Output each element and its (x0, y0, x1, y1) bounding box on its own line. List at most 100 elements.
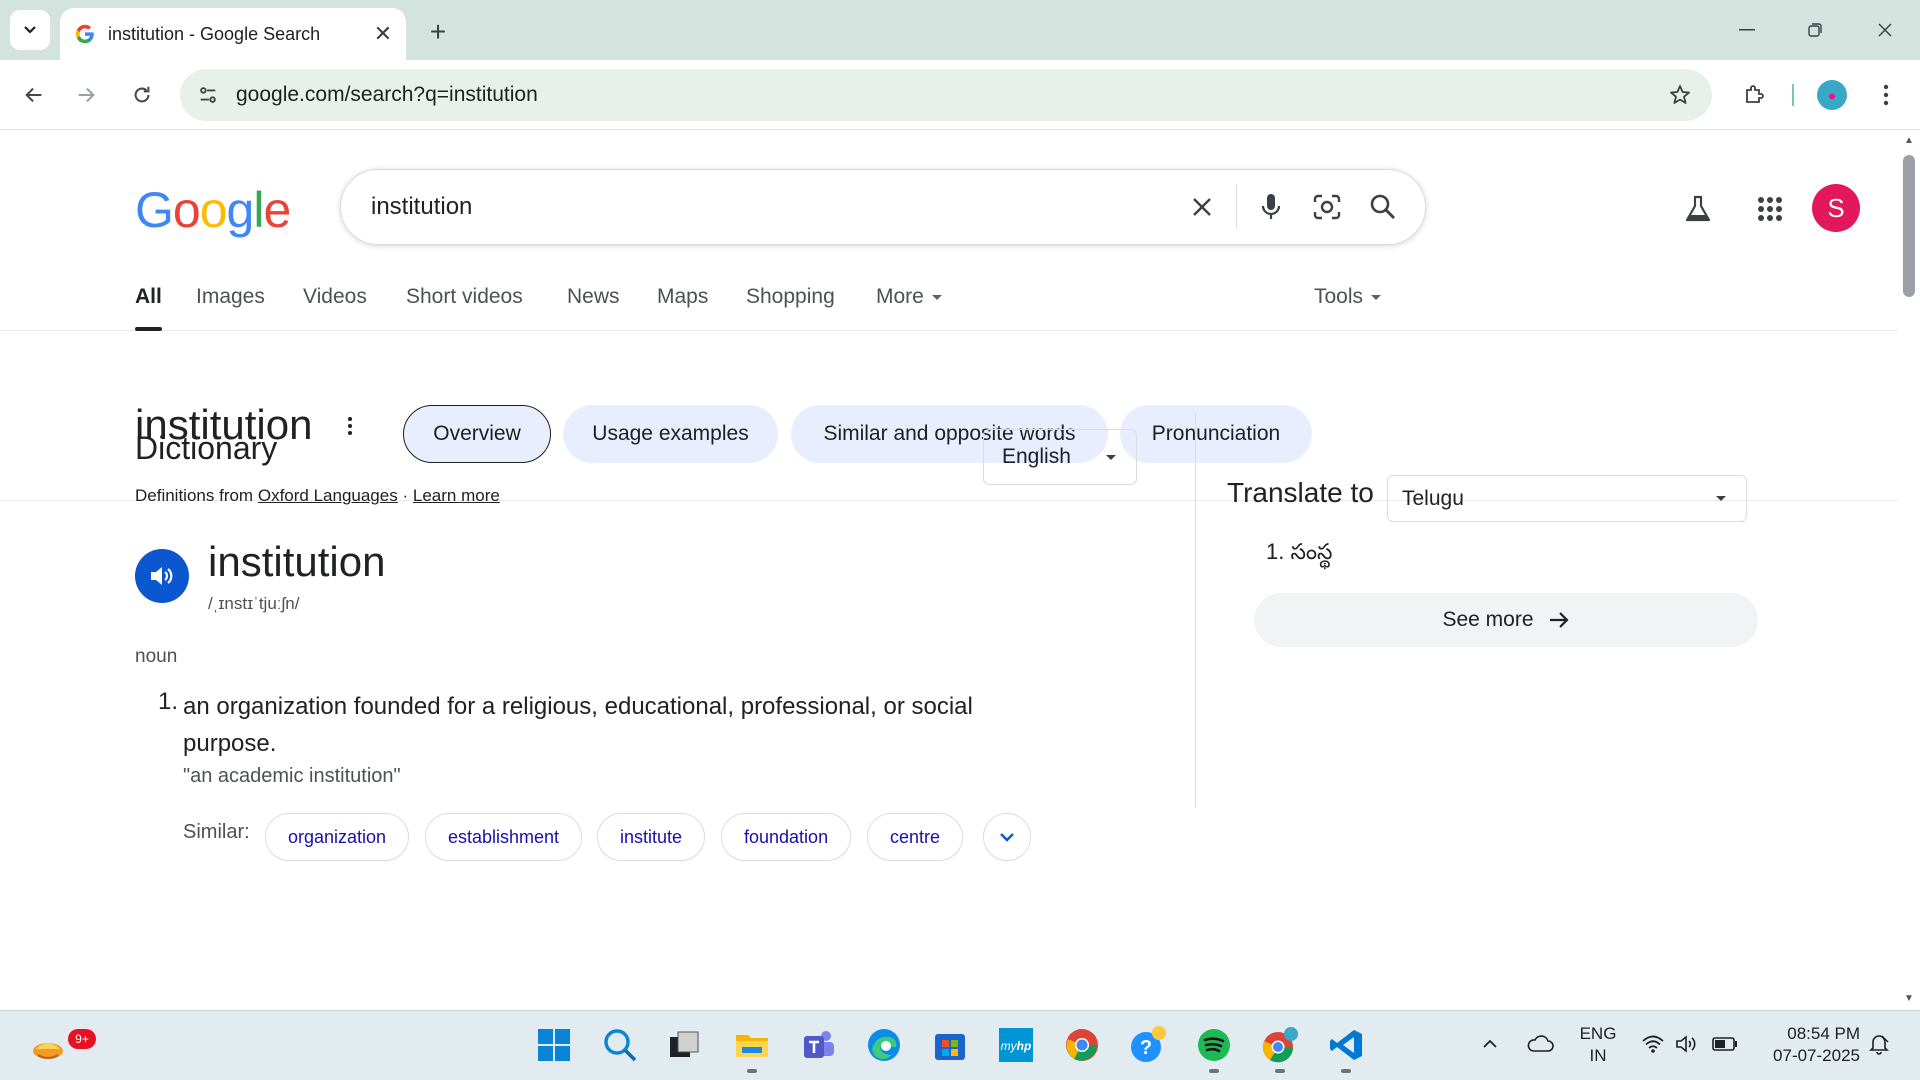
input-language-indicator[interactable]: ENG IN (1578, 1023, 1618, 1067)
start-button[interactable] (530, 1021, 578, 1069)
synonym-chip[interactable]: foundation (721, 813, 852, 861)
minimize-button[interactable] (1722, 10, 1772, 50)
restore-icon (1808, 23, 1822, 37)
onedrive-button[interactable] (1524, 1029, 1556, 1059)
headword: institution (208, 538, 386, 585)
profile-button[interactable]: ● (1812, 75, 1852, 115)
translate-label: Translate to (1227, 477, 1374, 508)
page-scrollbar[interactable]: ▲ ▼ (1898, 131, 1920, 1009)
browser-menu-button[interactable] (1866, 75, 1906, 115)
pronounce-button[interactable] (135, 549, 189, 603)
search-results-page: Google institution S All Images Videos S… (0, 131, 1898, 1009)
running-indicator (1209, 1069, 1219, 1073)
running-indicator (747, 1069, 757, 1073)
vscode-icon (1330, 1030, 1362, 1060)
show-hidden-icons-button[interactable] (1478, 1029, 1502, 1059)
forward-button[interactable] (66, 75, 106, 115)
chevron-down-icon (24, 26, 36, 34)
phonetic: /ˌɪnstɪˈtjuːʃn/ (208, 594, 300, 613)
definition-number: 1. (158, 688, 179, 715)
dictionary-source: Definitions from Oxford Languages · Lear… (135, 486, 500, 506)
arrow-right-icon (1549, 612, 1569, 628)
search-icon (604, 1029, 637, 1062)
teams-button[interactable] (794, 1021, 842, 1069)
reload-button[interactable] (122, 75, 162, 115)
more-synonyms-button[interactable] (983, 813, 1031, 861)
teams-icon (804, 1031, 834, 1058)
running-indicator (1275, 1069, 1285, 1073)
example-sentence: "an academic institution" (183, 765, 401, 787)
similar-label: Similar: (183, 821, 250, 843)
svg-text:?: ? (1140, 1037, 1152, 1059)
arrow-right-icon (78, 87, 95, 103)
clock-time: 08:54 PM (1787, 1024, 1860, 1043)
minimize-icon (1739, 29, 1755, 31)
browser-tab-active[interactable]: institution - Google Search ✕ (60, 8, 406, 60)
caret-down-icon (1716, 496, 1726, 501)
wifi-button[interactable] (1638, 1029, 1668, 1059)
site-info-icon[interactable] (188, 75, 228, 115)
chrome-profile-icon (1262, 1027, 1298, 1063)
get-help-button[interactable]: ? (1124, 1021, 1172, 1069)
battery-button[interactable] (1710, 1029, 1740, 1059)
task-view-button[interactable] (660, 1021, 708, 1069)
spotify-button[interactable] (1190, 1021, 1238, 1073)
running-indicator (1341, 1069, 1351, 1073)
volume-button[interactable] (1672, 1029, 1702, 1059)
learn-more-link[interactable]: Learn more (413, 486, 500, 505)
dictionary-language-value: English (1002, 445, 1071, 468)
notifications-button[interactable] (1864, 1029, 1894, 1059)
extensions-button[interactable] (1734, 75, 1774, 115)
new-tab-button[interactable]: + (420, 14, 456, 50)
close-icon (1878, 23, 1892, 37)
synonym-chip[interactable]: institute (597, 813, 706, 861)
chrome-profile-button[interactable] (1256, 1021, 1304, 1073)
dictionary-section: Dictionary Definitions from Oxford Langu… (0, 131, 1898, 1009)
puzzle-icon (1746, 85, 1764, 103)
restore-button[interactable] (1790, 10, 1840, 50)
notification-bell-icon (1869, 1035, 1889, 1055)
speaker-icon (151, 567, 173, 585)
volume-icon (1676, 1035, 1696, 1053)
myhp-button[interactable]: myhp (992, 1021, 1040, 1069)
oxford-languages-link[interactable]: Oxford Languages (258, 486, 398, 505)
scroll-down-arrow-icon[interactable]: ▼ (1903, 993, 1915, 1005)
address-bar[interactable]: google.com/search?q=institution (180, 69, 1712, 121)
help-icon: ? (1131, 1026, 1166, 1062)
system-clock[interactable]: 08:54 PM 07-07-2025 (1756, 1023, 1860, 1067)
source-separator: · (402, 486, 409, 505)
scroll-up-arrow-icon[interactable]: ▲ (1903, 135, 1915, 147)
see-more-button[interactable]: See more (1254, 593, 1758, 647)
folder-icon (736, 1035, 768, 1057)
bookmark-star-button[interactable] (1660, 75, 1700, 115)
dictionary-title: Dictionary (135, 430, 278, 466)
tab-close-icon[interactable]: ✕ (368, 19, 398, 49)
vscode-button[interactable] (1322, 1021, 1370, 1073)
translate-language-select[interactable]: Telugu (1387, 475, 1747, 522)
windows-logo-icon (538, 1029, 570, 1061)
microsoft-store-button[interactable] (926, 1021, 974, 1069)
synonym-chip[interactable]: establishment (425, 813, 583, 861)
scrollbar-thumb[interactable] (1903, 155, 1915, 297)
widgets-button[interactable]: 9+ (24, 1021, 96, 1069)
tab-search-button[interactable] (10, 10, 50, 50)
synonym-chip[interactable]: centre (867, 813, 964, 861)
toolbar-separator (1792, 84, 1794, 106)
tab-title: institution - Google Search (108, 23, 321, 44)
synonym-chip[interactable]: organization (265, 813, 410, 861)
back-button[interactable] (14, 75, 54, 115)
url-text[interactable]: google.com/search?q=institution (236, 83, 1660, 107)
google-favicon-icon (75, 24, 94, 44)
definition-text: an organization founded for a religious,… (183, 693, 973, 757)
file-explorer-button[interactable] (728, 1021, 776, 1073)
chrome-button[interactable] (1058, 1021, 1106, 1069)
close-window-button[interactable] (1860, 10, 1910, 50)
store-icon (935, 1034, 965, 1060)
see-more-label: See more (1442, 608, 1534, 631)
dictionary-language-select[interactable]: English (983, 429, 1137, 485)
search-taskbar-button[interactable] (596, 1021, 644, 1069)
edge-button[interactable] (860, 1021, 908, 1069)
task-view-icon (670, 1031, 699, 1057)
arrow-left-icon (25, 87, 42, 103)
translate-language-value: Telugu (1402, 486, 1464, 510)
